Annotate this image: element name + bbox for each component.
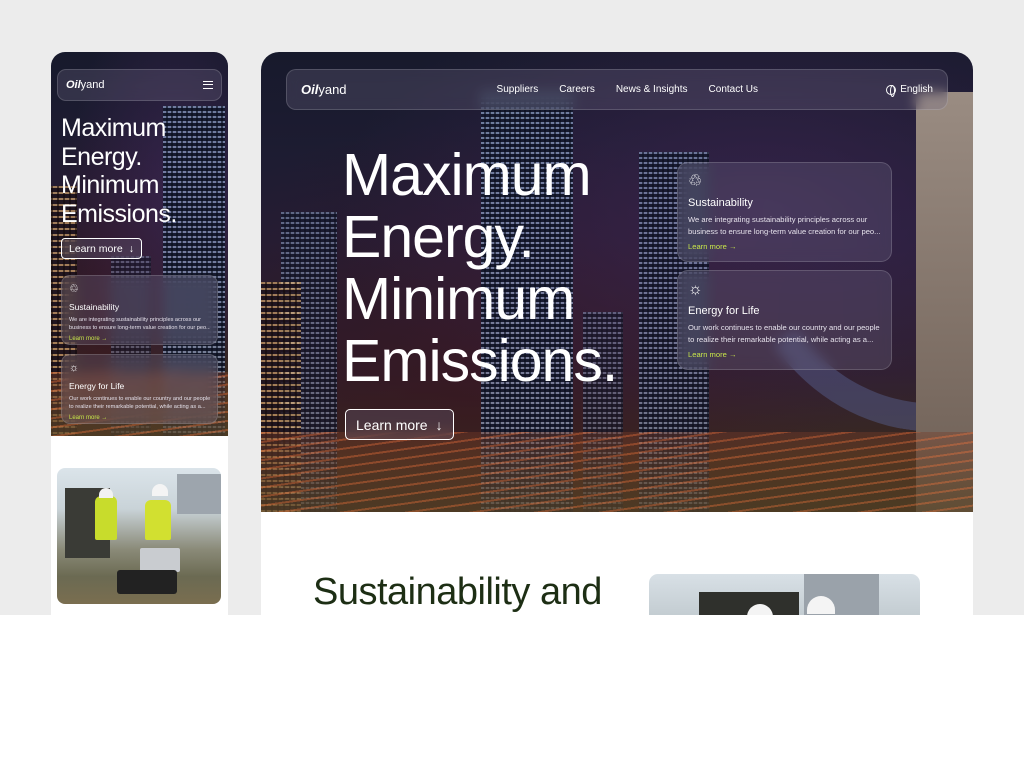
card-title: Sustainability — [688, 197, 753, 209]
card-description: Our work continues to enable our country… — [69, 396, 210, 410]
desktop-navbar: Oilyand Suppliers Careers News & Insight… — [286, 69, 948, 110]
card-description: Our work continues to enable our country… — [688, 323, 880, 344]
presentation-canvas: Oilyand Maximum Energy. Minimum Emission… — [0, 0, 1024, 615]
desktop-mockup: Oilyand Suppliers Careers News & Insight… — [261, 52, 973, 615]
card-learn-more-link[interactable]: Learn more → — [69, 415, 210, 421]
language-selector[interactable]: English — [886, 84, 933, 97]
card-learn-more-link[interactable]: Learn more → — [688, 242, 881, 251]
card-sustainability[interactable]: ♲ Sustainability We are integrating sust… — [61, 275, 218, 345]
hero-headline: Maximum Energy. Minimum Emissions. — [61, 114, 177, 228]
mobile-mockup: Oilyand Maximum Energy. Minimum Emission… — [51, 52, 228, 615]
nav-link-careers[interactable]: Careers — [559, 84, 595, 95]
recycle-icon: ♲ — [688, 173, 703, 190]
mobile-navbar: Oilyand — [57, 69, 222, 101]
learn-more-button[interactable]: Learn more ↓ — [345, 409, 454, 440]
hamburger-menu-icon[interactable] — [203, 81, 213, 89]
arrow-down-icon: ↓ — [128, 242, 134, 255]
card-title: Energy for Life — [69, 381, 125, 391]
card-energy-for-life[interactable]: ☼ Energy for Life Our work continues to … — [61, 354, 218, 424]
learn-more-label: Learn more — [69, 242, 123, 255]
arrow-down-icon: ↓ — [435, 416, 443, 433]
learn-more-button[interactable]: Learn more ↓ — [61, 238, 142, 259]
card-learn-more-link[interactable]: Learn more → — [69, 336, 210, 342]
hero-headline: Maximum Energy. Minimum Emissions. — [342, 142, 618, 394]
card-title: Sustainability — [69, 302, 120, 312]
globe-icon — [886, 84, 897, 97]
card-description: We are integrating sustainability princi… — [688, 215, 881, 236]
card-description: We are integrating sustainability princi… — [69, 317, 210, 331]
logo[interactable]: Oilyand — [301, 82, 347, 97]
desktop-hero: Oilyand Suppliers Careers News & Insight… — [261, 52, 973, 512]
nav-link-news-insights[interactable]: News & Insights — [616, 84, 688, 95]
lightbulb-icon: ☼ — [69, 362, 80, 374]
workers-photo — [57, 468, 221, 604]
learn-more-label: Learn more — [356, 416, 428, 433]
language-label: English — [900, 84, 933, 95]
card-learn-more-link[interactable]: Learn more → — [688, 350, 881, 359]
nav-link-suppliers[interactable]: Suppliers — [497, 84, 539, 95]
section-heading: Sustainability and — [313, 571, 602, 613]
logo[interactable]: Oilyand — [66, 79, 105, 91]
mobile-hero: Oilyand Maximum Energy. Minimum Emission… — [51, 52, 228, 436]
recycle-icon: ♲ — [69, 283, 79, 295]
nav-links: Suppliers Careers News & Insights Contac… — [497, 84, 758, 95]
card-energy-for-life[interactable]: ☼ Energy for Life Our work continues to … — [677, 270, 892, 370]
card-sustainability[interactable]: ♲ Sustainability We are integrating sust… — [677, 162, 892, 262]
nav-link-contact-us[interactable]: Contact Us — [709, 84, 758, 95]
workers-photo — [649, 574, 920, 615]
lightbulb-icon: ☼ — [688, 281, 703, 298]
card-title: Energy for Life — [688, 305, 760, 317]
